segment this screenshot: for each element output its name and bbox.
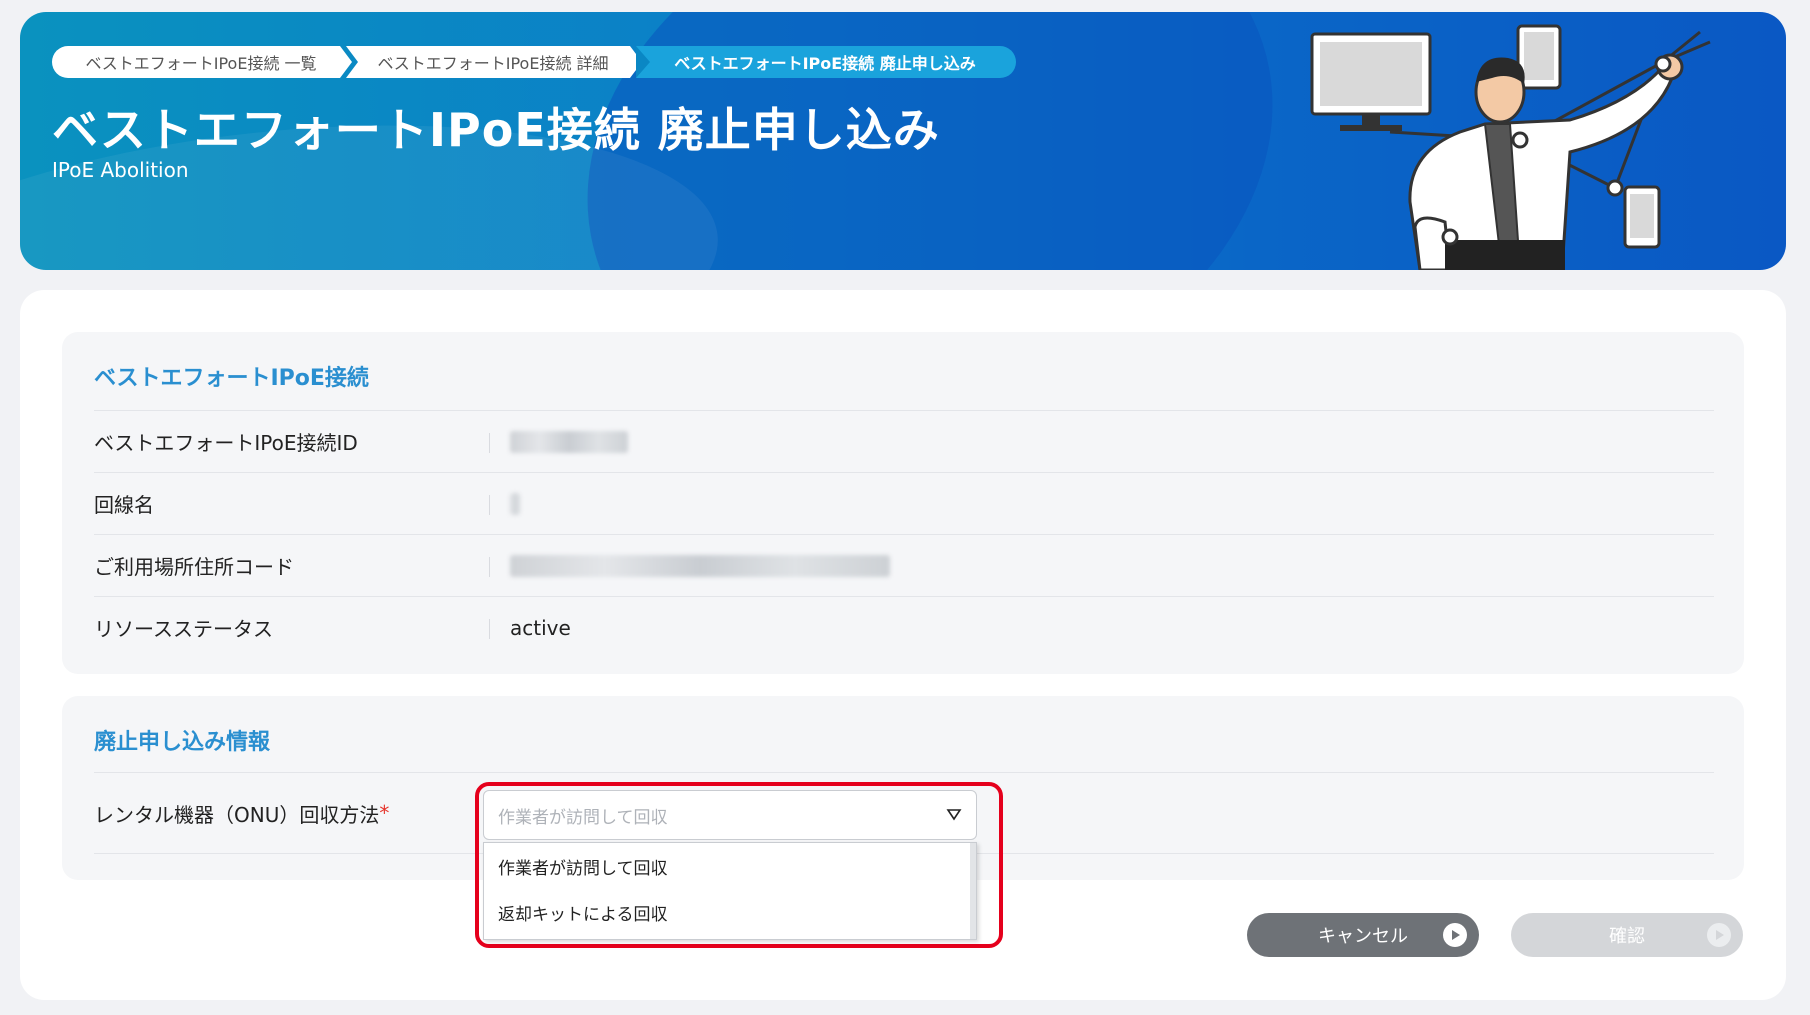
row-value-status: active xyxy=(510,615,571,640)
section-title-abolition: 廃止申し込み情報 xyxy=(94,730,271,755)
info-row-line-name: 回線名 xyxy=(94,472,1714,534)
arrow-right-circle-icon xyxy=(1443,923,1467,947)
breadcrumb-item-list[interactable]: ベストエフォートIPoE接続 一覧 xyxy=(52,46,352,78)
redacted-value xyxy=(510,430,628,453)
connection-info-panel: ベストエフォートIPoE接続 ベストエフォートIPoE接続ID 回線名 ご利用場… xyxy=(62,332,1744,674)
cancel-button-label: キャンセル xyxy=(1318,926,1408,947)
section-title-connection: ベストエフォートIPoE接続 xyxy=(94,366,369,391)
onu-return-method-select[interactable]: 作業者が訪問して回収 xyxy=(483,790,977,840)
row-label: 回線名 xyxy=(94,473,490,534)
dropdown-scrollbar[interactable] xyxy=(970,843,976,939)
dropdown-triangle-icon xyxy=(946,809,962,821)
businessman-network-illustration-icon xyxy=(1310,24,1711,270)
select-placeholder: 作業者が訪問して回収 xyxy=(498,807,668,828)
info-row-connection-id: ベストエフォートIPoE接続ID xyxy=(94,410,1714,472)
select-option-return-kit[interactable]: 返却キットによる回収 xyxy=(484,889,976,935)
field-label-onu-return-method: レンタル機器（ONU）回収方法 * xyxy=(94,773,490,853)
info-row-address-code: ご利用場所住所コード xyxy=(94,534,1714,596)
page-title: ベストエフォートIPoE接続 廃止申し込み xyxy=(52,103,940,157)
row-value-redacted xyxy=(490,430,628,453)
select-highlight-outline: 作業者が訪問して回収 作業者が訪問して回収 返却キットによる回収 xyxy=(475,782,1003,948)
breadcrumb-item-current: ベストエフォートIPoE接続 廃止申し込み xyxy=(636,46,1016,78)
confirm-button-label: 確認 xyxy=(1609,926,1645,947)
required-mark: * xyxy=(379,801,390,825)
row-value-redacted xyxy=(490,554,890,577)
breadcrumb: ベストエフォートIPoE接続 一覧 ベストエフォートIPoE接続 詳細 ベストエ… xyxy=(52,46,1016,78)
redacted-value xyxy=(510,554,890,577)
page-header-banner: ベストエフォートIPoE接続 一覧 ベストエフォートIPoE接続 詳細 ベストエ… xyxy=(20,12,1786,270)
select-dropdown-list: 作業者が訪問して回収 返却キットによる回収 xyxy=(483,842,977,940)
breadcrumb-item-detail[interactable]: ベストエフォートIPoE接続 詳細 xyxy=(346,46,642,78)
row-label: ご利用場所住所コード xyxy=(94,535,490,596)
redacted-value xyxy=(510,492,520,515)
page-subtitle: IPoE Abolition xyxy=(52,158,189,182)
row-value-redacted xyxy=(490,492,520,515)
cancel-button[interactable]: キャンセル xyxy=(1247,913,1479,957)
row-label: リソースステータス xyxy=(94,597,490,658)
select-option-visit[interactable]: 作業者が訪問して回収 xyxy=(484,843,976,889)
row-label: ベストエフォートIPoE接続ID xyxy=(94,411,490,472)
arrow-right-circle-icon xyxy=(1707,923,1731,947)
field-label-text: レンタル機器（ONU）回収方法 xyxy=(94,802,380,827)
info-row-resource-status: リソースステータス active xyxy=(94,596,1714,658)
confirm-button[interactable]: 確認 xyxy=(1511,913,1743,957)
